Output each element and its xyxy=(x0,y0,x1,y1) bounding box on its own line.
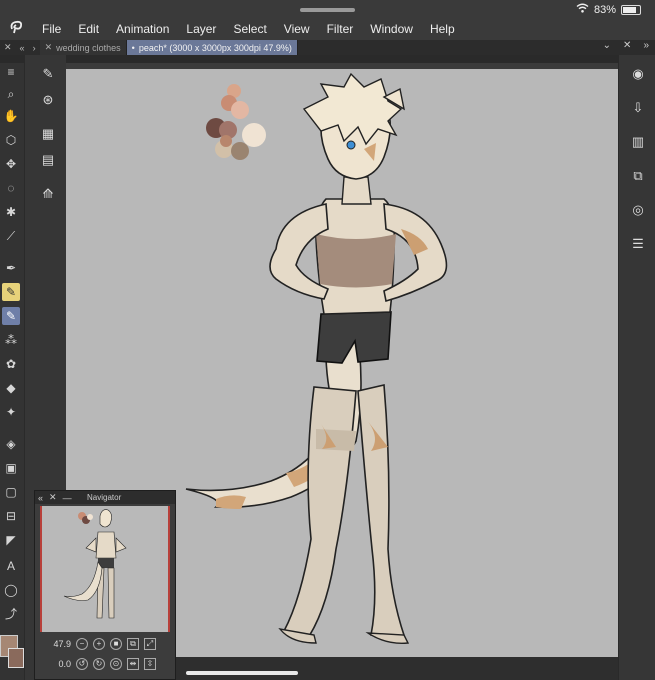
palette-swatches xyxy=(206,84,266,160)
eraser-tool-icon[interactable]: ◆ xyxy=(2,379,20,397)
hand-tool-icon[interactable]: ✋ xyxy=(2,107,20,125)
flip-vertical-icon[interactable]: ⇳ xyxy=(144,658,156,670)
document-tab-bar: ✕ « › ✕ wedding clothes • peach* (3000 x… xyxy=(0,40,655,55)
battery-icon xyxy=(621,4,641,15)
sub-tool-brush-settings-icon[interactable]: ⊛ xyxy=(39,91,57,109)
menu-file[interactable]: File xyxy=(34,22,70,36)
battery-percent: 83% xyxy=(593,3,616,16)
tool-bar: ≡ ⌕ ✋ ⬡ ✥ ◌ ✱ ⟋ ✒ ✎ ✎ ⁂ ✿ ◆ ✦ ◈ ▣ ▢ ⊟ ◤ … xyxy=(0,63,24,680)
palette-swatch xyxy=(242,123,266,147)
fit-to-screen-icon[interactable]: ⧉ xyxy=(127,638,139,650)
navigator-preview[interactable] xyxy=(40,506,170,632)
tab-modified-dot-icon: • xyxy=(131,42,135,53)
layer-property-icon[interactable]: ▦ xyxy=(39,125,57,143)
rotation-value: 0.0 xyxy=(58,659,71,669)
eyedropper-tool-icon[interactable]: ⟋ xyxy=(2,227,20,245)
status-bar: 83% xyxy=(0,0,655,18)
pen-tool-icon[interactable]: ✒ xyxy=(2,259,20,277)
blend-tool-icon[interactable]: ✦ xyxy=(2,403,20,421)
right-command-bar: ◉ ⇩ ▥ ⧉ ◎ ☰ xyxy=(618,55,655,680)
scroll-tabs-left-icon[interactable]: › xyxy=(29,43,40,53)
text-tool-icon[interactable]: A xyxy=(2,557,20,575)
collapse-left-icon[interactable]: « xyxy=(16,43,29,53)
menu-help[interactable]: Help xyxy=(422,22,464,36)
balloon-tool-icon[interactable]: ◯ xyxy=(2,581,20,599)
navigator-zoom-row: 47.9 − + ■ ⧉ ⤢ xyxy=(39,636,156,652)
navigator-panel: « ✕ — Navigator 47.9 − + ■ ⧉ ⤢ 0.0 ↺ ↻ ⊙… xyxy=(34,490,176,680)
pencil-tool-icon[interactable]: ✎ xyxy=(2,283,20,301)
panel-header-strip xyxy=(0,55,655,63)
zoom-tool-icon[interactable]: ⌕ xyxy=(2,85,20,103)
tab-label: peach* (3000 x 3000px 300dpi 47.9%) xyxy=(138,42,292,53)
menu-select[interactable]: Select xyxy=(225,22,275,36)
magic-wand-tool-icon[interactable]: ✱ xyxy=(2,203,20,221)
fill-tool-icon[interactable]: ◈ xyxy=(2,435,20,453)
tab-peach[interactable]: • peach* (3000 x 3000px 300dpi 47.9%) xyxy=(126,40,298,55)
clip-studio-logo-icon[interactable] xyxy=(0,20,34,39)
menu-bar: File Edit Animation Layer Select View Fi… xyxy=(0,18,655,40)
navigator-icon[interactable]: ◎ xyxy=(629,201,647,219)
tab-bar-right: ⌄ ✕ » xyxy=(603,40,649,51)
zoom-actual-size-icon[interactable]: ■ xyxy=(110,638,122,650)
figure-tool-icon[interactable]: ▢ xyxy=(2,483,20,501)
flip-horizontal-icon[interactable]: ⇹ xyxy=(127,658,139,670)
import-icon[interactable]: ⇩ xyxy=(629,99,647,117)
home-indicator[interactable] xyxy=(186,671,298,675)
rotate-left-icon[interactable]: ↺ xyxy=(76,658,88,670)
sub-tool-pen-settings-icon[interactable]: ✎ xyxy=(39,65,57,83)
chevron-down-icon[interactable]: ⌄ xyxy=(603,40,611,51)
operation-tool-icon[interactable]: ⬡ xyxy=(2,131,20,149)
ruler-tool-icon[interactable]: ◤ xyxy=(2,531,20,549)
battery-fill xyxy=(623,6,637,13)
layers-icon[interactable]: ☰ xyxy=(629,235,647,253)
correct-line-tool-icon[interactable]: ⤴ xyxy=(2,605,20,623)
navigator-rotation-row: 0.0 ↺ ↻ ⊙ ⇹ ⇳ xyxy=(39,656,156,672)
menu-layer[interactable]: Layer xyxy=(178,22,225,36)
wifi-icon xyxy=(576,3,589,16)
multitask-grabber[interactable] xyxy=(300,8,355,12)
material-icon[interactable]: ⧉ xyxy=(629,167,647,185)
navigator-thumbnail xyxy=(63,509,127,619)
palette-swatch xyxy=(231,142,249,160)
airbrush-tool-icon[interactable]: ⁂ xyxy=(2,331,20,349)
brush-tool-icon[interactable]: ✎ xyxy=(2,307,20,325)
collapse-right-icon[interactable]: » xyxy=(643,40,649,51)
menu-view[interactable]: View xyxy=(276,22,319,36)
tab-wedding-clothes[interactable]: ✕ wedding clothes xyxy=(39,40,127,55)
clapper-icon[interactable]: ▥ xyxy=(629,133,647,151)
frame-tool-icon[interactable]: ⊟ xyxy=(2,507,20,525)
close-tab-icon[interactable]: ✕ xyxy=(45,42,53,53)
menu-filter[interactable]: Filter xyxy=(319,22,363,36)
zoom-in-icon[interactable]: + xyxy=(93,638,105,650)
menu-edit[interactable]: Edit xyxy=(70,22,108,36)
zoom-fit-icon[interactable]: ◉ xyxy=(629,65,647,83)
zoom-out-icon[interactable]: − xyxy=(76,638,88,650)
close-panel-icon[interactable]: ✕ xyxy=(0,42,16,53)
sub-color-swatch[interactable] xyxy=(8,648,24,668)
status-indicators: 83% xyxy=(576,3,641,16)
sub-tool-detail-icon[interactable]: ⟰ xyxy=(39,185,57,203)
minimize-icon[interactable]: — xyxy=(60,493,75,503)
collapse-left-icon[interactable]: « xyxy=(35,493,46,503)
menu-window[interactable]: Window xyxy=(362,22,422,36)
animation-timeline-icon[interactable]: ▤ xyxy=(39,151,57,169)
zoom-value: 47.9 xyxy=(53,639,71,649)
fit-navigator-icon[interactable]: ⤢ xyxy=(144,638,156,650)
menu-animation[interactable]: Animation xyxy=(108,22,178,36)
navigator-title: Navigator xyxy=(87,493,122,502)
close-icon[interactable]: ✕ xyxy=(46,492,60,503)
palette-swatch xyxy=(231,101,249,119)
gradient-tool-icon[interactable]: ▣ xyxy=(2,459,20,477)
decoration-tool-icon[interactable]: ✿ xyxy=(2,355,20,373)
palette-swatch xyxy=(220,135,232,147)
lasso-tool-icon[interactable]: ◌ xyxy=(2,179,20,197)
rotate-right-icon[interactable]: ↻ xyxy=(93,658,105,670)
tab-label: wedding clothes xyxy=(56,42,121,53)
menu-lines-icon[interactable]: ≡ xyxy=(2,63,20,81)
navigator-header: « ✕ — Navigator xyxy=(35,491,175,504)
move-tool-icon[interactable]: ✥ xyxy=(2,155,20,173)
close-panel-icon[interactable]: ✕ xyxy=(623,40,631,51)
reset-rotation-icon[interactable]: ⊙ xyxy=(110,658,122,670)
